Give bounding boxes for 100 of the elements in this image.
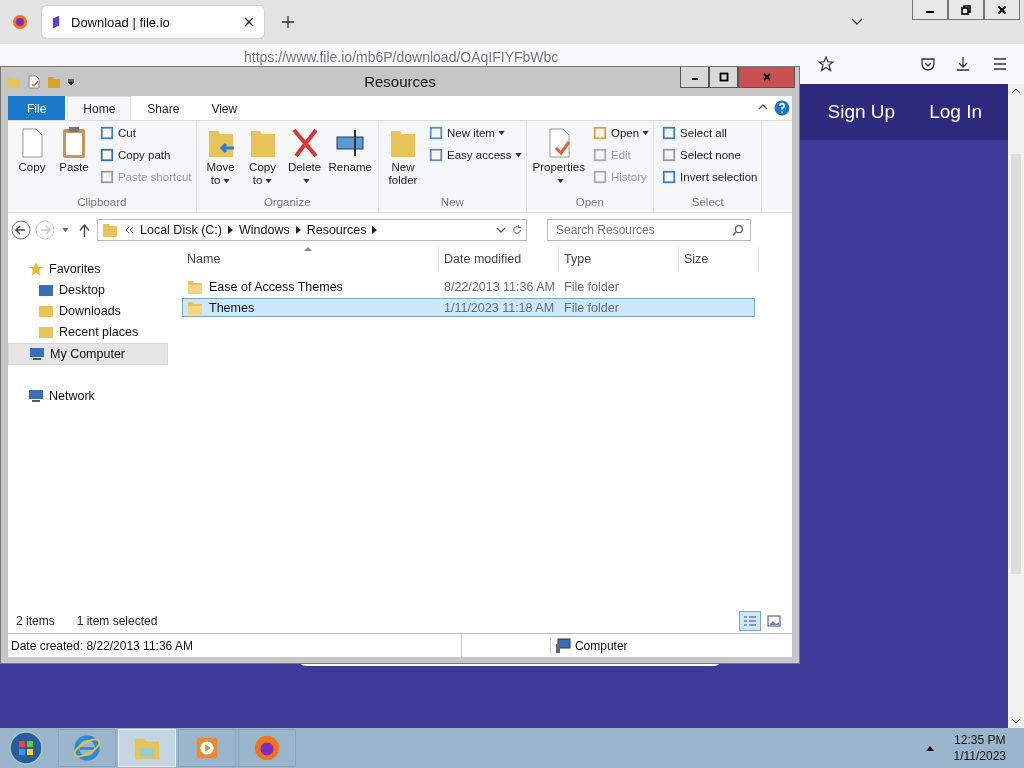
- tray-arrow-icon[interactable]: [925, 745, 934, 751]
- search-icon: [732, 224, 744, 236]
- ribbon-button[interactable]: Invert selection: [662, 168, 758, 186]
- ribbon-button[interactable]: Select none: [662, 146, 758, 164]
- clock[interactable]: 12:35 PM 1/11/2023: [953, 732, 1006, 764]
- thumbnail-view-icon[interactable]: [764, 612, 784, 630]
- nav-item[interactable]: Downloads: [8, 301, 168, 321]
- scroll-down-icon[interactable]: [1011, 718, 1021, 724]
- url-text[interactable]: https://www.file.io/mb6P/download/OAqIFIYFbWbc: [244, 49, 559, 65]
- browser-tab[interactable]: Download | file.io: [42, 6, 264, 38]
- nav-link[interactable]: Sign Up: [827, 101, 896, 123]
- start-button[interactable]: [8, 730, 44, 766]
- ribbon-button[interactable]: Rename: [326, 124, 374, 196]
- new-tab-icon[interactable]: [282, 16, 294, 28]
- ribbon-button[interactable]: Easy access: [429, 146, 522, 164]
- maximize-icon: [718, 72, 729, 82]
- ribbon-button[interactable]: Copy to: [242, 124, 283, 196]
- folder-icon: [102, 222, 118, 238]
- download-icon[interactable]: [955, 56, 971, 72]
- nav-item[interactable]: Favorites: [8, 259, 168, 279]
- arrow-icon: [227, 226, 233, 234]
- caret-icon: [642, 131, 650, 135]
- menu-icon[interactable]: [992, 56, 1008, 72]
- ribbon-button[interactable]: Delete: [284, 124, 325, 196]
- ribbon-tab[interactable]: View: [195, 96, 254, 120]
- caret-icon: [497, 131, 505, 135]
- globe-icon: [72, 733, 102, 763]
- restore-button[interactable]: [948, 0, 984, 20]
- nav-item[interactable]: Network: [8, 386, 168, 406]
- column-header[interactable]: Type: [559, 247, 679, 271]
- file-row[interactable]: Ease of Access Themes 8/22/2013 11:36 AM File folder: [182, 277, 755, 296]
- sort-arrow-icon: [304, 247, 312, 251]
- double-chevron-icon: [124, 225, 134, 235]
- window-title: Resources: [364, 73, 436, 90]
- search-field[interactable]: Search Resources: [547, 219, 751, 241]
- address-bar[interactable]: Local Disk (C:) Windows Resources: [97, 219, 527, 241]
- file-icon: [52, 15, 61, 29]
- ribbon-button[interactable]: New folder: [383, 124, 423, 196]
- breadcrumb[interactable]: Windows: [238, 223, 290, 237]
- up-arrow-icon[interactable]: [79, 223, 90, 237]
- close-icon: [761, 72, 772, 82]
- scroll-up-icon[interactable]: [1011, 88, 1021, 94]
- ribbon-tab[interactable]: Share: [131, 96, 196, 120]
- taskbar-button[interactable]: [178, 729, 236, 767]
- column-header[interactable]: Date modified: [439, 247, 559, 271]
- ribbon-button[interactable]: New item: [429, 124, 522, 142]
- ribbon-button[interactable]: Copy path: [100, 146, 192, 164]
- square-icon: [100, 126, 114, 140]
- computer-icon: [549, 637, 571, 654]
- chevron-down-icon: [496, 225, 506, 235]
- ribbon-button[interactable]: Properties: [530, 124, 587, 196]
- close-button[interactable]: [984, 0, 1020, 20]
- caret-icon: [265, 178, 273, 183]
- caret-icon[interactable]: [67, 77, 75, 86]
- caret-icon: [556, 178, 564, 183]
- nav-link[interactable]: Log In: [929, 101, 982, 123]
- collapse-icon[interactable]: [758, 104, 768, 110]
- maximize-button[interactable]: [709, 67, 738, 88]
- ribbon-button[interactable]: Move to: [200, 124, 241, 196]
- nav-item[interactable]: My Computer: [8, 343, 168, 365]
- nav-item[interactable]: Recent places: [8, 322, 168, 342]
- square-icon: [100, 170, 114, 184]
- monitor-icon: [29, 346, 45, 362]
- ribbon-button[interactable]: Open: [592, 124, 650, 142]
- ribbon-tab[interactable]: Home: [67, 96, 132, 120]
- square-icon: [429, 148, 443, 162]
- location-text: Computer: [574, 638, 628, 653]
- group-label: Organize: [262, 196, 312, 210]
- taskbar-button[interactable]: [238, 729, 296, 767]
- ribbon-button[interactable]: Paste: [54, 124, 94, 196]
- square-icon: [592, 126, 607, 140]
- ribbon-button[interactable]: Select all: [662, 124, 758, 142]
- help-icon[interactable]: [774, 100, 790, 116]
- close-icon[interactable]: [244, 17, 254, 27]
- breadcrumb[interactable]: Local Disk (C:): [140, 223, 222, 237]
- ribbon-button[interactable]: Cut: [100, 124, 192, 142]
- scrollbar[interactable]: [1008, 84, 1024, 728]
- group-label: Select: [690, 196, 725, 210]
- file-row[interactable]: Themes 1/11/2023 11:18 AM File folder: [182, 298, 755, 317]
- chevron-down-icon[interactable]: [851, 18, 863, 26]
- square-icon: [592, 148, 607, 162]
- breadcrumb[interactable]: Resources: [306, 223, 367, 237]
- back-icon[interactable]: [11, 220, 31, 240]
- square-icon: [429, 126, 443, 140]
- group-label: Clipboard: [76, 196, 128, 210]
- restore-icon: [961, 4, 971, 15]
- monitor-icon: [38, 282, 54, 298]
- column-header[interactable]: Size: [679, 247, 759, 271]
- ribbon-tab[interactable]: File: [8, 96, 66, 120]
- square-icon: [662, 148, 677, 162]
- caret-icon[interactable]: [62, 228, 69, 232]
- properties-icon[interactable]: [27, 74, 41, 89]
- firefox-icon[interactable]: [12, 14, 28, 30]
- close-icon: [997, 4, 1007, 15]
- star-icon[interactable]: [818, 56, 834, 72]
- minimize-button[interactable]: [912, 0, 948, 20]
- nav-item[interactable]: Desktop: [8, 280, 168, 300]
- square-icon: [662, 126, 677, 140]
- pocket-icon[interactable]: [920, 56, 936, 72]
- ribbon-button[interactable]: Copy: [12, 124, 52, 196]
